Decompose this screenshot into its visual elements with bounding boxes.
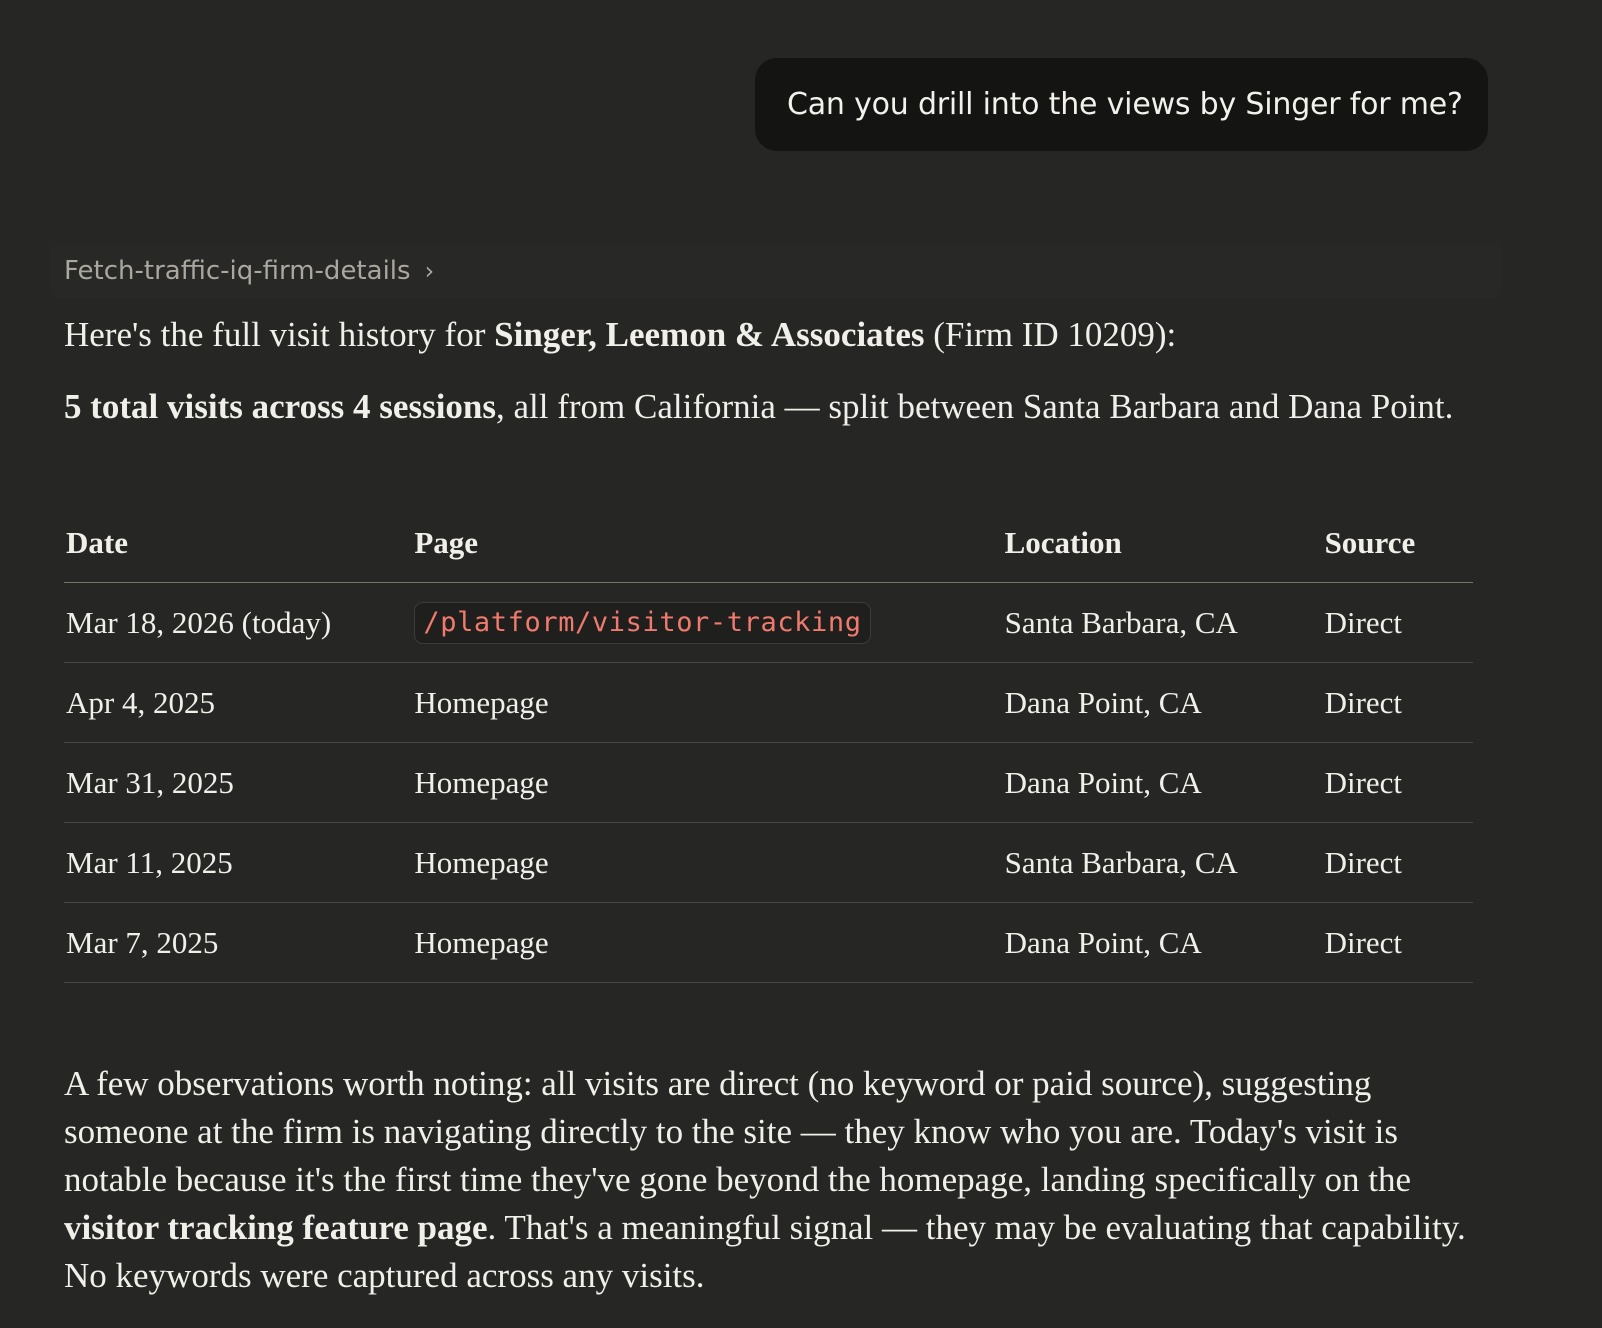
cell-source: Direct — [1322, 582, 1473, 663]
table-row: Mar 31, 2025 Homepage Dana Point, CA Dir… — [64, 742, 1473, 823]
user-message-text: Can you drill into the views by Singer f… — [787, 87, 1463, 122]
tool-call-label: Fetch-traffic-iq-firm-details — [64, 256, 411, 286]
intro-prefix: Here's the full visit history for — [64, 315, 495, 354]
cell-date: Mar 18, 2026 (today) — [64, 582, 413, 663]
cell-page: Homepage — [412, 742, 1003, 823]
header-source: Source — [1322, 503, 1473, 583]
cell-page: /platform/visitor-tracking — [412, 582, 1003, 663]
cell-location: Dana Point, CA — [1002, 662, 1323, 743]
cell-source: Direct — [1322, 902, 1473, 983]
table-row: Mar 11, 2025 Homepage Santa Barbara, CA … — [64, 822, 1473, 903]
cell-source: Direct — [1322, 822, 1473, 903]
cell-location: Santa Barbara, CA — [1002, 582, 1323, 663]
header-location: Location — [1002, 503, 1323, 583]
page-path-code: /platform/visitor-tracking — [414, 601, 871, 644]
visit-history-table: Date Page Location Source Mar 18, 2026 (… — [64, 503, 1473, 983]
response-intro: Here's the full visit history for Singer… — [64, 312, 1484, 358]
table-header-row: Date Page Location Source — [64, 503, 1473, 583]
observations-paragraph: A few observations worth noting: all vis… — [64, 1060, 1494, 1300]
cell-page: Homepage — [412, 662, 1003, 743]
cell-date: Mar 11, 2025 — [64, 822, 413, 903]
table-row: Mar 18, 2026 (today) /platform/visitor-t… — [64, 582, 1473, 663]
observations-part1: A few observations worth noting: all vis… — [64, 1064, 1412, 1199]
cell-location: Dana Point, CA — [1002, 742, 1323, 823]
cell-date: Mar 31, 2025 — [64, 742, 413, 823]
visit-summary: 5 total visits across 4 sessions, all fr… — [64, 383, 1464, 431]
chevron-right-icon: › — [424, 257, 435, 285]
intro-suffix: (Firm ID 10209): — [924, 315, 1177, 354]
cell-page: Homepage — [412, 902, 1003, 983]
cell-location: Dana Point, CA — [1002, 902, 1323, 983]
chat-page: Can you drill into the views by Singer f… — [0, 0, 1602, 1328]
header-date: Date — [64, 503, 413, 583]
observations-bold: visitor tracking feature page — [64, 1208, 488, 1247]
table-row: Mar 7, 2025 Homepage Dana Point, CA Dire… — [64, 902, 1473, 983]
cell-source: Direct — [1322, 662, 1473, 743]
summary-rest: , all from California — split between Sa… — [496, 387, 1454, 426]
firm-name: Singer, Leemon & Associates — [494, 315, 925, 354]
tool-call-toggle[interactable]: Fetch-traffic-iq-firm-details › — [50, 244, 1502, 298]
header-page: Page — [412, 503, 1003, 583]
user-message-bubble: Can you drill into the views by Singer f… — [755, 58, 1488, 151]
summary-bold: 5 total visits across 4 sessions — [64, 387, 497, 426]
cell-date: Apr 4, 2025 — [64, 662, 413, 743]
table-row: Apr 4, 2025 Homepage Dana Point, CA Dire… — [64, 662, 1473, 743]
cell-date: Mar 7, 2025 — [64, 902, 413, 983]
cell-location: Santa Barbara, CA — [1002, 822, 1323, 903]
cell-page: Homepage — [412, 822, 1003, 903]
cell-source: Direct — [1322, 742, 1473, 823]
